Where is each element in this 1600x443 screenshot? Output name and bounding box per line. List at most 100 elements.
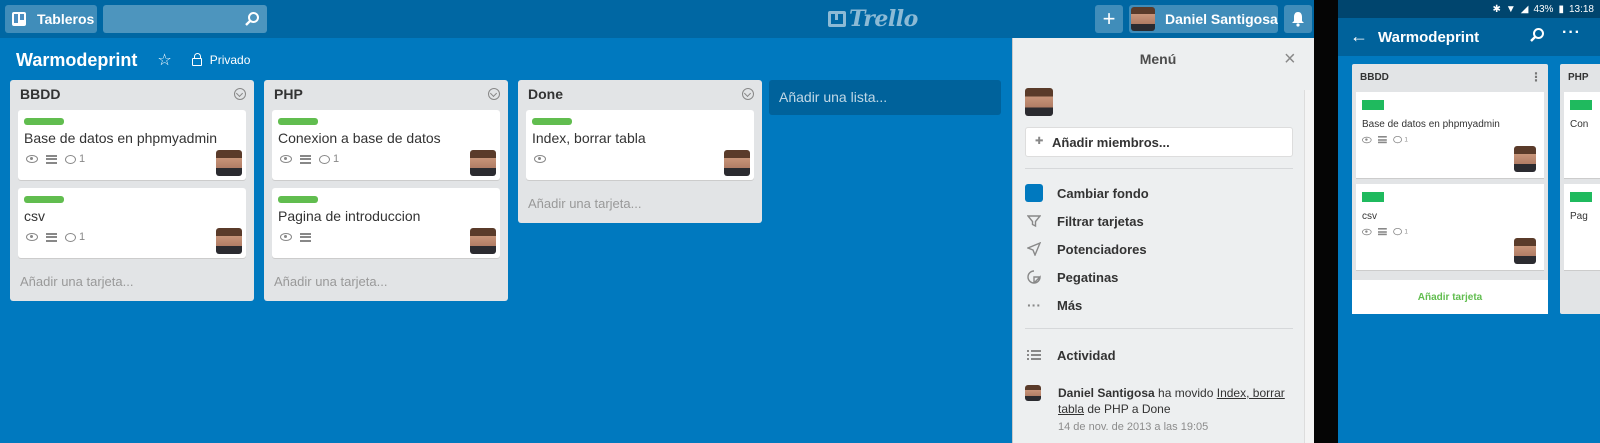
activity-text: Daniel Santigosa ha movido Index, borrar… (1058, 385, 1290, 417)
top-header-bar: Tableros Trello + Daniel Santigosa (0, 0, 1314, 38)
comment-icon (65, 232, 76, 242)
menu-item-stickers[interactable]: Pegatinas (1025, 266, 1118, 288)
signal-icon: ◢ (1520, 3, 1529, 15)
back-arrow-icon[interactable]: ← (1350, 26, 1368, 47)
watch-icon (1362, 136, 1372, 143)
activity-icon (1025, 346, 1043, 364)
privacy-label[interactable]: Privado (210, 53, 251, 67)
card[interactable]: Con (1564, 92, 1600, 178)
green-label (1570, 192, 1592, 202)
plus-icon: + (1102, 6, 1116, 31)
green-label (1362, 100, 1384, 110)
star-icon[interactable]: ☆ (157, 50, 171, 70)
search-icon (245, 12, 259, 26)
card-title: csv (1362, 211, 1377, 222)
activity-header: Actividad (1025, 344, 1116, 366)
card[interactable]: csv 1 (1356, 184, 1544, 270)
comment-icon (65, 154, 76, 164)
watch-icon (26, 155, 38, 163)
wifi-icon: ▼ (1505, 3, 1516, 15)
list-php: PHP Conexion a base de datos 1 Pagina de… (264, 80, 508, 301)
card[interactable]: Conexion a base de datos 1 (272, 110, 500, 180)
add-card-link[interactable]: Añadir una tarjeta... (264, 266, 508, 301)
activity-action: ha movido (1154, 386, 1217, 400)
add-card-button[interactable]: Añadir tarjeta (1352, 280, 1548, 314)
close-icon[interactable]: × (1284, 48, 1296, 71)
kebab-menu-icon[interactable]: ⋮ (1530, 70, 1542, 84)
list-header[interactable]: PHP (264, 80, 508, 110)
menu-item-power-ups[interactable]: Potenciadores (1025, 238, 1147, 260)
list-title: PHP (1568, 72, 1589, 83)
watch-icon (280, 233, 292, 241)
comment-count: 1 (1404, 136, 1408, 144)
trello-logo[interactable]: Trello (828, 6, 918, 32)
card-badges: 1 (1362, 228, 1408, 236)
card-badges (280, 230, 319, 244)
list-header[interactable]: BBDD (10, 80, 254, 110)
card-title: Base de datos en phpmyadmin (1362, 119, 1500, 130)
menu-item-filter-cards[interactable]: Filtrar tarjetas (1025, 210, 1144, 232)
watch-icon (280, 155, 292, 163)
watch-icon (26, 233, 38, 241)
activity-user[interactable]: Daniel Santigosa (1058, 386, 1155, 400)
card-title: Index, borrar tabla (532, 130, 646, 146)
more-icon: ··· (1027, 297, 1041, 313)
user-menu-button[interactable]: Daniel Santigosa (1129, 5, 1278, 33)
card-title: Pagina de introduccion (278, 208, 421, 224)
list-bbdd: BBDD Base de datos en phpmyadmin 1 csv 1… (10, 80, 254, 301)
menu-item-change-background[interactable]: Cambiar fondo (1025, 182, 1149, 204)
card[interactable]: Base de datos en phpmyadmin 1 (1356, 92, 1544, 178)
activity-date: 14 de nov. de 2013 a las 19:05 (1058, 421, 1209, 433)
description-icon (300, 154, 311, 164)
card[interactable]: csv 1 (18, 188, 246, 258)
board-title[interactable]: Warmodeprint (16, 50, 137, 71)
green-label (278, 196, 318, 203)
card[interactable]: Index, borrar tabla (526, 110, 754, 180)
green-label (278, 118, 318, 125)
menu-divider (1025, 328, 1293, 329)
description-icon (1378, 228, 1387, 236)
add-card-link[interactable]: Añadir una tarjeta... (518, 188, 762, 223)
list-menu-icon[interactable] (234, 88, 246, 100)
list-title: BBDD (20, 86, 61, 102)
add-button[interactable]: + (1095, 5, 1123, 33)
menu-item-label: Filtrar tarjetas (1057, 213, 1144, 229)
rocket-icon (1025, 240, 1043, 258)
menu-title: Menú (1139, 51, 1177, 67)
card-title: Con (1570, 119, 1589, 130)
comment-count: 1 (1404, 228, 1408, 236)
card[interactable]: Base de datos en phpmyadmin 1 (18, 110, 246, 180)
logo-text: Trello (849, 6, 918, 32)
comment-icon (1393, 228, 1402, 236)
activity-detail: de PHP a Done (1084, 402, 1171, 416)
list-title: Done (528, 86, 563, 102)
menu-scrollbar[interactable] (1304, 90, 1314, 443)
notifications-button[interactable] (1284, 5, 1312, 33)
list-header[interactable]: Done (518, 80, 762, 110)
member-avatar[interactable] (1025, 88, 1053, 116)
card[interactable]: Pagina de introduccion (272, 188, 500, 258)
more-options-icon[interactable]: ··· (1562, 24, 1581, 42)
bell-icon (1292, 12, 1304, 27)
comment-icon (319, 154, 330, 164)
search-icon[interactable] (1529, 27, 1545, 43)
mobile-board-view: ✱ ▼ ◢ 43% ▮ 13:18 ← Warmodeprint ··· BBD… (1338, 0, 1600, 443)
bluetooth-icon: ✱ (1492, 3, 1501, 15)
add-card-link[interactable]: Añadir una tarjeta... (10, 266, 254, 301)
boards-button[interactable]: Tableros (5, 5, 97, 33)
green-label (24, 196, 64, 203)
description-icon (1378, 136, 1387, 144)
boards-label: Tableros (37, 11, 95, 27)
list-header[interactable]: BBDD ⋮ (1352, 64, 1548, 92)
search-input[interactable] (103, 5, 267, 33)
add-list-button[interactable]: Añadir una lista... (769, 80, 1001, 115)
green-label (1570, 100, 1592, 110)
card[interactable]: Pag (1564, 184, 1600, 270)
list-header[interactable]: PHP (1560, 64, 1600, 92)
list-menu-icon[interactable] (742, 88, 754, 100)
list-menu-icon[interactable] (488, 88, 500, 100)
board-title: Warmodeprint (1378, 29, 1480, 46)
menu-item-more[interactable]: ··· Más (1025, 294, 1082, 316)
lock-icon (191, 53, 202, 66)
add-members-button[interactable]: Añadir miembros... (1025, 127, 1293, 157)
